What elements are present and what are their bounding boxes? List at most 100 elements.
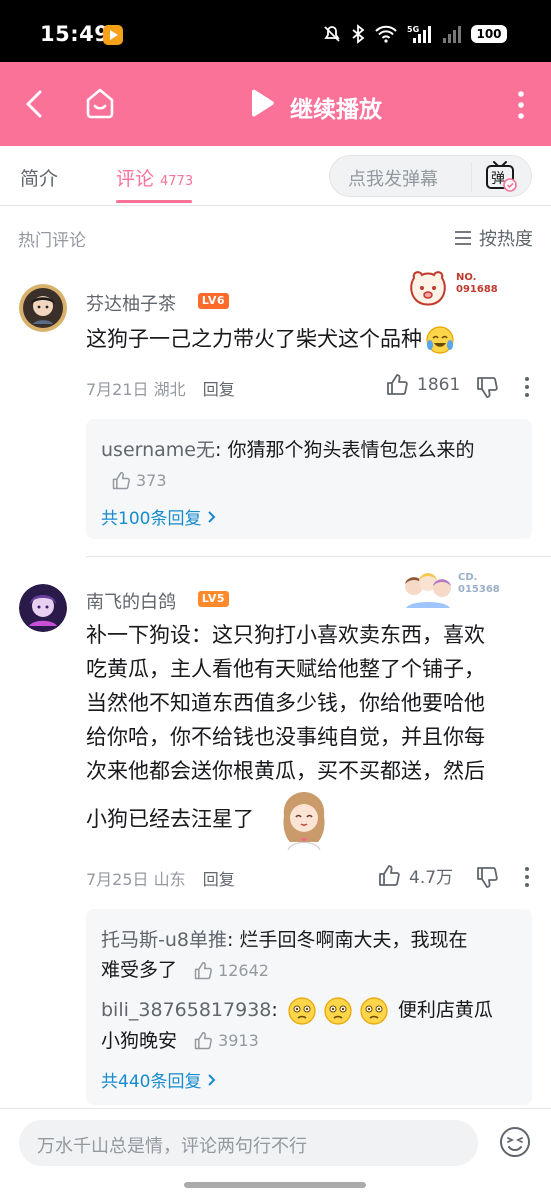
comment-input[interactable]: 万水千山总是情，评论两句行不行 [19, 1120, 478, 1166]
reply-preview-box[interactable]: username无: 你猜那个狗头表情包怎么来的 373 共100条回复 [86, 419, 532, 539]
comment-meta: 7月25日 山东 回复 [86, 866, 235, 890]
reply-preview: bili_38765817938: 便利店黄瓜 小狗晚安 3913 [101, 995, 521, 1056]
comment-username[interactable]: 南飞的白鸽 [86, 588, 176, 614]
tab-intro[interactable]: 简介 [20, 164, 58, 191]
reply-like[interactable]: 373 [111, 466, 167, 496]
comment-text-line: 补一下狗设：这只狗打小喜欢卖东西，喜欢 [86, 623, 485, 647]
battery-icon: 100 [471, 25, 507, 43]
comment-text-content: 这狗子一己之力带火了柴犬这个品种 [86, 327, 422, 351]
comment-divider [86, 556, 551, 557]
status-icons: 5G 100 [322, 24, 507, 44]
tab-bar: 简介 评论 4773 点我发弹幕 弹 [0, 146, 551, 206]
like-button[interactable]: 4.7万 [377, 863, 453, 888]
back-icon[interactable] [22, 88, 50, 120]
fan-number: CD. 015368 [458, 572, 500, 595]
status-bar: 15:49 5G 100 [0, 0, 551, 62]
reply-text: : [271, 999, 278, 1021]
fan-badge: CD. 015368 [402, 568, 506, 616]
bluetooth-icon [351, 24, 365, 44]
dog-mascot-icon [410, 271, 446, 306]
hot-comments-bar: 热门评论 按热度 [0, 214, 551, 260]
comment-text-line: 吃黄瓜，主人看他有天赋给他整了个铺子， [86, 657, 485, 681]
play-icon[interactable] [248, 88, 276, 118]
resume-playback-button[interactable]: 继续播放 [290, 90, 382, 124]
reply-text: : 烂手回冬啊南大夫，我现在 [227, 929, 468, 951]
bilibili-app-icon [103, 25, 123, 45]
comment-text-line: 给你哈，你不给钱也没事纯自觉，并且你每 [86, 725, 485, 749]
reply-text: 便利店黄瓜 [397, 999, 493, 1021]
reply-text: 难受多了 [101, 959, 178, 981]
view-all-replies-link[interactable]: 共100条回复 [101, 504, 217, 529]
comment-input-placeholder: 万水千山总是情，评论两句行不行 [37, 1136, 307, 1157]
comment-meta: 7月21日 湖北 回复 [86, 376, 235, 400]
comment-text: 补一下狗设：这只狗打小喜欢卖东西，喜欢 吃黄瓜，主人看他有天赋给他整了个铺子， … [86, 618, 536, 851]
sort-button[interactable]: 按热度 [453, 225, 533, 251]
level-badge: LV6 [198, 293, 229, 309]
thumbs-down-icon[interactable] [475, 375, 499, 399]
reply-button[interactable]: 回复 [203, 870, 235, 889]
sort-icon [455, 231, 471, 245]
danmaku-toggle-icon[interactable]: 弹 [482, 158, 518, 194]
thumbs-down-icon[interactable] [475, 865, 499, 889]
danmaku-placeholder: 点我发弹幕 [348, 169, 438, 190]
thumbs-up-icon [112, 471, 130, 489]
svg-text:5G: 5G [407, 25, 419, 34]
anime-characters-icon [405, 573, 451, 608]
signal-5g-icon: 5G [407, 24, 433, 44]
signal-icon [442, 24, 462, 44]
comment-text: 这狗子一己之力带火了柴犬这个品种 [86, 322, 536, 356]
fan-badge: NO. 091688 [406, 268, 510, 316]
more-replies-label: 共100条回复 [101, 509, 202, 529]
reply-like-count: 3913 [218, 1031, 259, 1050]
comment-last-line: 小狗已经去汪星了 [86, 788, 536, 851]
more-options-icon[interactable] [524, 376, 530, 398]
more-replies-label: 共440条回复 [101, 1072, 202, 1092]
thumbs-up-icon [194, 1031, 213, 1050]
emoji-button-icon[interactable] [498, 1125, 532, 1159]
thumbs-up-icon [379, 864, 400, 886]
reply-username[interactable]: bili_38765817938 [101, 999, 271, 1021]
comment-text-line: 次来他都会送你根黄瓜，买不买都送，然后 [86, 759, 485, 783]
reply-username[interactable]: username无 [101, 439, 215, 461]
danmaku-divider [471, 162, 472, 192]
reply-like[interactable]: 3913 [193, 1026, 259, 1056]
worried-face-emoji-icon [360, 996, 388, 1025]
avatar[interactable] [19, 284, 67, 332]
like-button[interactable]: 1861 [385, 373, 460, 397]
comment-date-location: 7月25日 山东 [86, 870, 186, 889]
video-header: 继续播放 [0, 62, 551, 146]
more-vertical-icon[interactable] [511, 90, 531, 120]
home-indicator[interactable] [184, 1182, 366, 1188]
chevron-right-icon [208, 1074, 216, 1086]
reply-username[interactable]: 托马斯-u8单推 [101, 929, 227, 951]
reply-text: 小狗晚安 [101, 1029, 178, 1052]
comment-username[interactable]: 芬达柚子茶 [86, 290, 176, 316]
home-icon[interactable] [84, 86, 116, 120]
like-count: 1861 [417, 375, 461, 395]
avatar[interactable] [19, 584, 67, 632]
worried-face-emoji-icon [324, 996, 352, 1025]
reply-preview: 托马斯-u8单推: 烂手回冬啊南大夫，我现在 难受多了 12642 [101, 925, 521, 986]
reply-like-count: 373 [136, 470, 167, 490]
comment-date-location: 7月21日 湖北 [86, 380, 186, 399]
status-time: 15:49 [40, 22, 110, 46]
comment-count: 4773 [160, 174, 194, 189]
danmaku-input[interactable]: 点我发弹幕 弹 [329, 155, 532, 197]
reply-button[interactable]: 回复 [203, 380, 235, 399]
comment-text-line: 小狗已经去汪星了 [86, 807, 254, 831]
reply-text: : 你猜那个狗头表情包怎么来的 [215, 439, 475, 461]
like-count: 4.7万 [409, 868, 454, 888]
reply-preview: username无: 你猜那个狗头表情包怎么来的 373 [101, 435, 521, 496]
anime-girl-sticker-icon [283, 792, 325, 851]
more-options-icon[interactable] [524, 866, 530, 888]
reply-preview-box[interactable]: 托马斯-u8单推: 烂手回冬啊南大夫，我现在 难受多了 12642 bili_3… [86, 909, 532, 1105]
tab-comments[interactable]: 评论 4773 [116, 164, 193, 191]
thumbs-up-icon [387, 374, 408, 395]
mute-icon [322, 24, 342, 44]
section-label: 热门评论 [18, 231, 86, 251]
comment-item: 芬达柚子茶 LV6 NO. 091688 这狗子一己之力带火了柴犬这个品种 7月… [0, 260, 551, 556]
level-badge: LV5 [198, 591, 229, 607]
reply-like[interactable]: 12642 [193, 956, 269, 986]
view-all-replies-link[interactable]: 共440条回复 [101, 1067, 217, 1092]
svg-text:弹: 弹 [491, 171, 505, 187]
